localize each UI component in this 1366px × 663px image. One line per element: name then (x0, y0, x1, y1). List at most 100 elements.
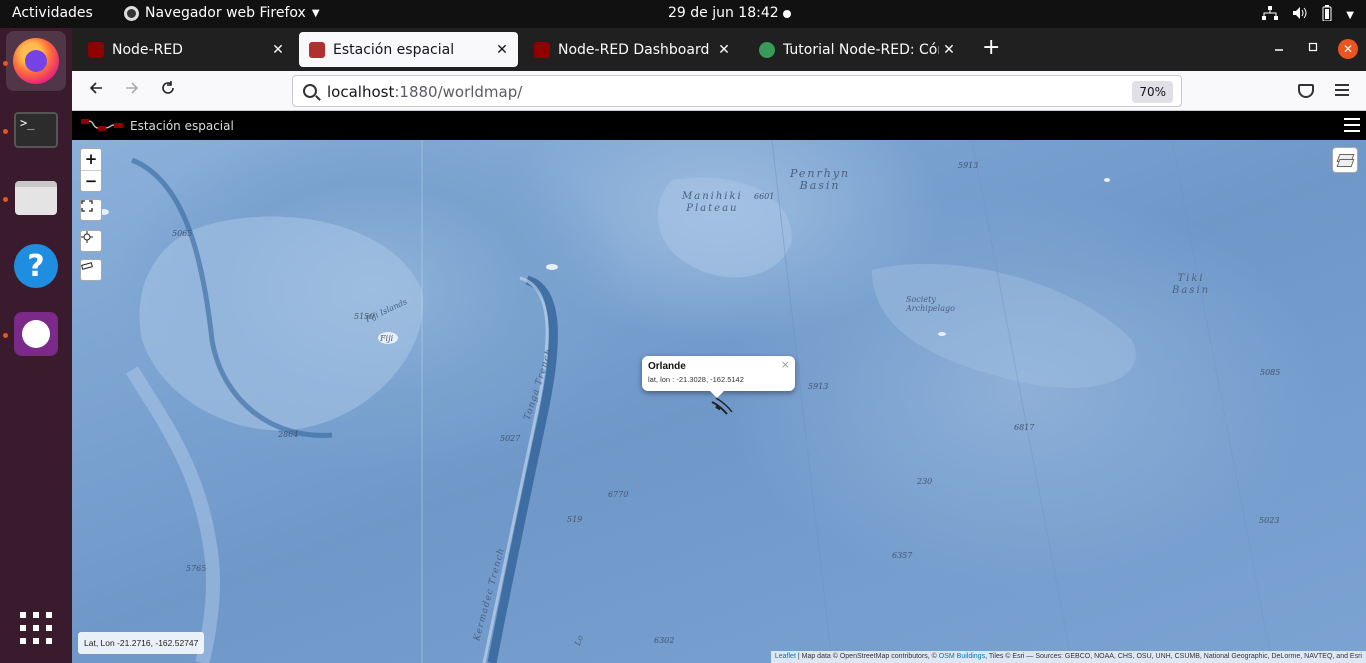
map-label-penrhyn-basin: Penrhyn Basin (790, 167, 851, 192)
tab-node-red-dashboard[interactable]: Node-RED Dashboard ✕ (524, 32, 740, 67)
depth-label: 230 (917, 477, 933, 486)
ruler-button[interactable] (80, 259, 102, 281)
tab-node-red[interactable]: Node-RED ✕ (78, 32, 294, 67)
tab-label: Estación espacial (333, 41, 455, 58)
firefox-icon (13, 38, 59, 84)
chevron-down-icon: ▼ (311, 7, 320, 19)
volume-icon (1292, 6, 1308, 24)
search-icon (303, 84, 317, 98)
osm-buildings-link[interactable]: OSM Buildings (939, 653, 985, 660)
depth-label: 2864 (278, 430, 299, 439)
system-top-bar: Actividades Navegador web Firefox ▼ 29 d… (0, 0, 1366, 28)
files-icon (15, 181, 57, 215)
depth-label: 6357 (892, 551, 913, 560)
chevron-down-icon: ▼ (1346, 9, 1354, 21)
app-menu-label: Navegador web Firefox (145, 5, 306, 21)
new-tab-button[interactable]: + (982, 37, 1000, 59)
close-icon[interactable]: ✕ (492, 42, 512, 58)
depth-label: 5085 (1260, 368, 1281, 377)
battery-icon (1322, 5, 1332, 25)
running-indicator (3, 197, 8, 202)
locate-button[interactable] (80, 230, 102, 252)
clock[interactable]: 29 de jun 18:42 (668, 5, 779, 21)
depth-label: 5023 (1259, 516, 1280, 525)
zoom-control: + − (80, 148, 102, 192)
help-icon: ? (14, 244, 58, 288)
network-icon (1262, 6, 1279, 24)
attribution-text: | Map data © OpenStreetMap contributors,… (795, 653, 939, 660)
depth-label: 6817 (1014, 423, 1035, 432)
map-label-fiji: Fiji (380, 334, 394, 343)
tab-tutorial-node-red[interactable]: Tutorial Node-RED: Cómo ✕ (749, 32, 965, 67)
map-label-manihiki-plateau: Manihiki Plateau (682, 191, 743, 214)
dock-item-help[interactable]: ? (6, 236, 66, 296)
page-header: Estación espacial (72, 111, 1366, 140)
crosshair-icon (81, 231, 93, 243)
firefox-window: Node-RED ✕ Estación espacial ✕ Node-RED … (72, 28, 1366, 663)
activities-button[interactable]: Actividades (12, 5, 93, 21)
cursor-coordinates: Lat, Lon -21.2716, -162.52747 (78, 632, 205, 654)
back-button[interactable] (84, 79, 108, 103)
address-bar[interactable]: localhost:1880/worldmap/ 70% (292, 75, 1182, 107)
marker-popup: Orlande lat, lon : -21.3028, -162.5142 × (642, 356, 795, 398)
depth-label: 6770 (608, 490, 629, 499)
tab-label: Node-RED Dashboard (558, 41, 710, 58)
show-applications-icon[interactable] (20, 612, 52, 644)
depth-label: 5150 (354, 312, 375, 321)
layers-button[interactable] (1332, 147, 1358, 173)
depth-label: 6302 (654, 636, 675, 645)
url-text[interactable]: localhost:1880/worldmap/ (327, 83, 522, 101)
world-map[interactable]: Penrhyn Basin Manihiki Plateau Tiki Basi… (72, 140, 1366, 663)
depth-label: 519 (567, 515, 583, 524)
leaflet-link[interactable]: Leaflet (775, 653, 796, 660)
minimize-icon[interactable] (1274, 40, 1284, 56)
depth-label: 6601 (754, 192, 775, 201)
fullscreen-button[interactable] (80, 199, 102, 221)
popup-coordinates: lat, lon : -21.3028, -162.5142 (648, 375, 744, 384)
notification-dot-icon (783, 10, 791, 18)
popup-title: Orlande (648, 361, 686, 372)
running-indicator (3, 129, 8, 134)
running-indicator (3, 61, 8, 66)
window-close-button[interactable]: ✕ (1338, 39, 1358, 59)
dock: >_ ? (0, 28, 72, 663)
node-red-favicon-icon (534, 41, 550, 58)
reload-button[interactable] (156, 79, 180, 103)
page-content: Estación espacial Penrhyn Basin Manihiki… (72, 111, 1366, 663)
maximize-icon[interactable] (1308, 40, 1318, 56)
attribution-text: , Tiles © Esri — Sources: GEBCO, NOAA, C… (985, 653, 1362, 660)
map-relief (99, 140, 1273, 663)
system-tray[interactable]: ▼ (1262, 5, 1354, 25)
pocket-icon[interactable] (1298, 84, 1314, 98)
dock-item-terminal[interactable]: >_ (6, 100, 66, 160)
url-path: :1880/worldmap/ (394, 83, 523, 101)
navigation-toolbar: localhost:1880/worldmap/ 70% (72, 71, 1366, 111)
zoom-in-button[interactable]: + (81, 149, 101, 170)
tab-estacion-espacial[interactable]: Estación espacial ✕ (299, 32, 518, 67)
depth-label: 5027 (500, 434, 521, 443)
ruler-icon (81, 262, 93, 270)
app-menu[interactable]: Navegador web Firefox ▼ (124, 5, 320, 21)
tutorial-favicon-icon (759, 41, 775, 58)
dock-item-github[interactable] (6, 304, 66, 364)
tab-label: Node-RED (112, 41, 183, 58)
close-icon[interactable]: ✕ (939, 42, 959, 58)
worldmap-favicon-icon (309, 41, 325, 58)
close-icon[interactable]: ✕ (714, 42, 734, 58)
dock-item-firefox[interactable] (6, 31, 66, 91)
zoom-out-button[interactable]: − (81, 170, 101, 191)
hamburger-menu-icon[interactable] (1344, 118, 1360, 132)
map-label-society-archipelago: Society Archipelago (906, 295, 955, 313)
depth-label: 5913 (958, 161, 979, 170)
page-title: Estación espacial (130, 119, 234, 133)
terminal-icon: >_ (14, 112, 58, 148)
forward-button[interactable] (120, 79, 144, 103)
hamburger-menu-icon[interactable] (1335, 84, 1349, 96)
close-icon[interactable]: ✕ (268, 42, 288, 58)
popup-close-button[interactable]: × (781, 358, 790, 371)
firefox-small-icon (124, 5, 139, 21)
dock-item-files[interactable] (6, 168, 66, 228)
zoom-level-button[interactable]: 70% (1132, 81, 1173, 103)
satellite-marker-icon[interactable] (711, 397, 733, 415)
depth-label: 5065 (172, 229, 193, 238)
